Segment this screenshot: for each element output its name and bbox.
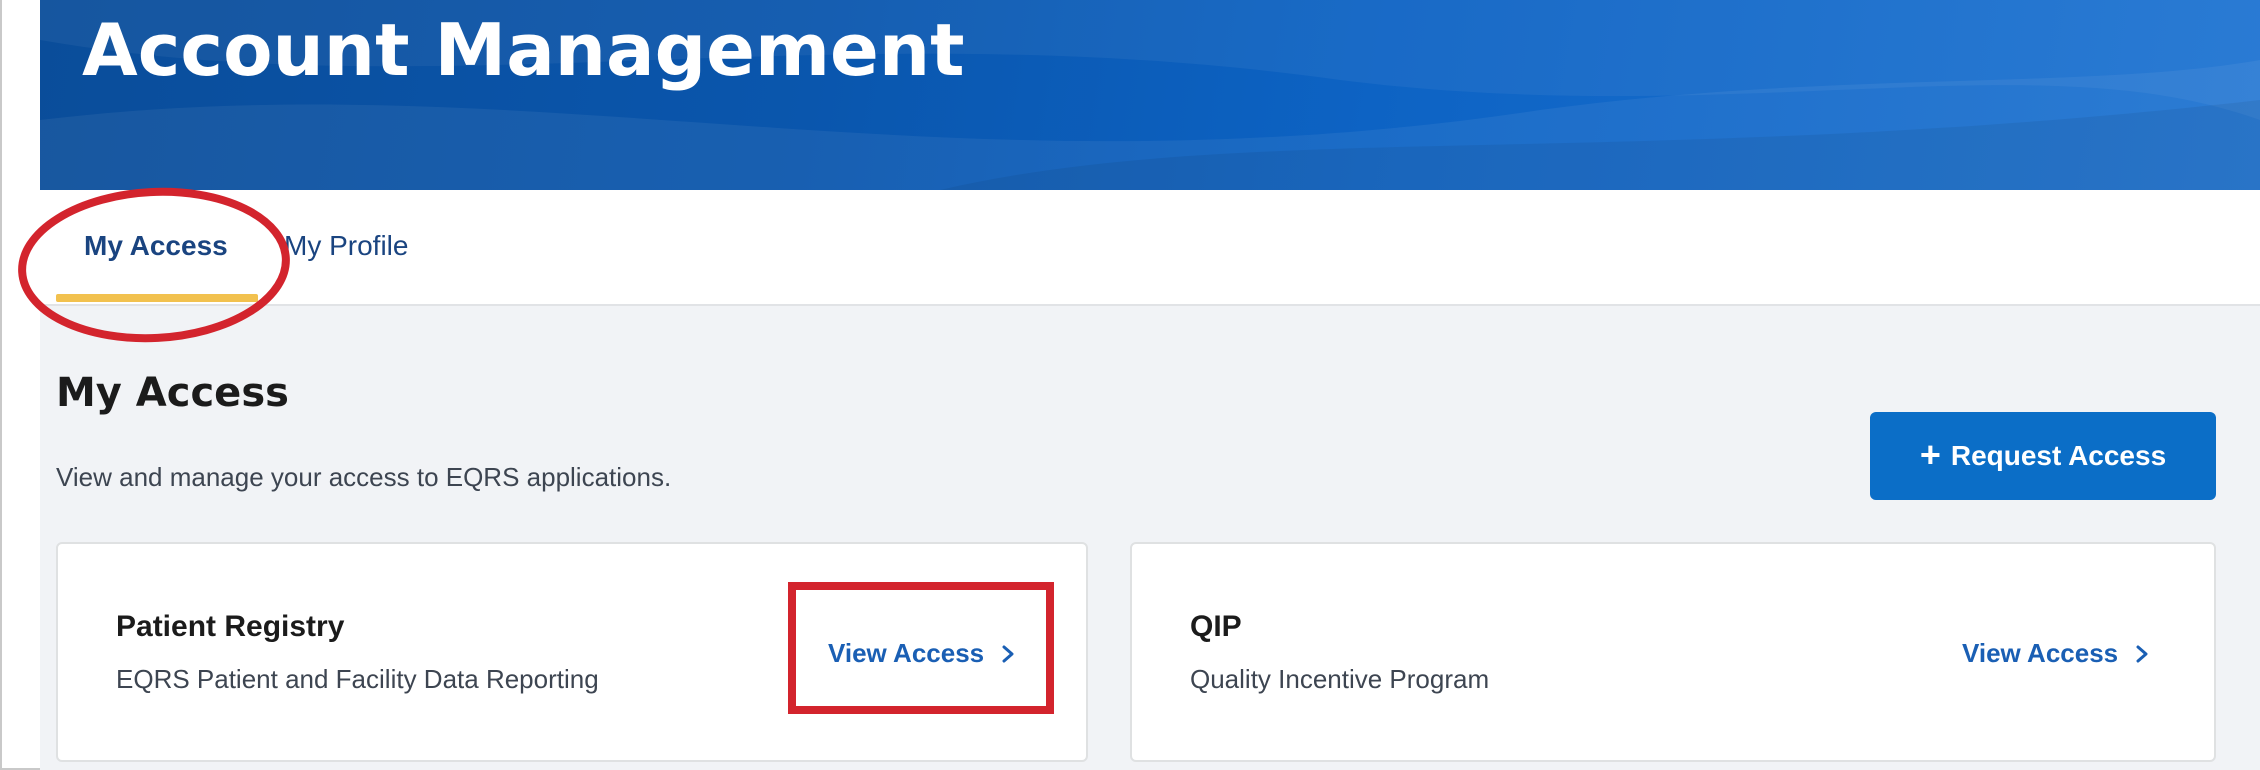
app-card-qip: QIP Quality Incentive Program View Acces… bbox=[1130, 542, 2216, 762]
request-access-label: Request Access bbox=[1950, 440, 2167, 471]
section-title: My Access bbox=[56, 370, 289, 416]
card-title: QIP bbox=[1190, 610, 1242, 643]
tab-my-profile[interactable]: My Profile bbox=[284, 230, 408, 262]
card-subtitle: Quality Incentive Program bbox=[1190, 664, 1490, 694]
view-access-link-qip[interactable]: View Access bbox=[1962, 638, 2152, 669]
section-description: View and manage your access to EQRS appl… bbox=[56, 462, 672, 492]
main-content: My Access View and manage your access to… bbox=[40, 306, 2260, 770]
view-access-link-patient-registry[interactable]: View Access bbox=[828, 638, 1018, 669]
active-tab-indicator bbox=[56, 294, 258, 302]
view-access-label: View Access bbox=[828, 638, 985, 668]
tab-bar: My Access My Profile bbox=[40, 190, 2260, 306]
view-access-label: View Access bbox=[1962, 638, 2119, 668]
card-title: Patient Registry bbox=[116, 610, 345, 643]
page-header-title: Account Management bbox=[82, 8, 965, 92]
chevron-right-icon bbox=[2136, 645, 2148, 662]
plus-icon: + bbox=[1919, 433, 1941, 475]
chevron-right-icon bbox=[1002, 645, 1014, 662]
tab-my-access[interactable]: My Access bbox=[84, 230, 228, 262]
app-card-patient-registry: Patient Registry EQRS Patient and Facili… bbox=[56, 542, 1088, 762]
card-subtitle: EQRS Patient and Facility Data Reporting bbox=[116, 664, 599, 694]
header-banner: Account Management bbox=[40, 0, 2260, 190]
request-access-button[interactable]: + Request Access bbox=[1870, 412, 2216, 500]
